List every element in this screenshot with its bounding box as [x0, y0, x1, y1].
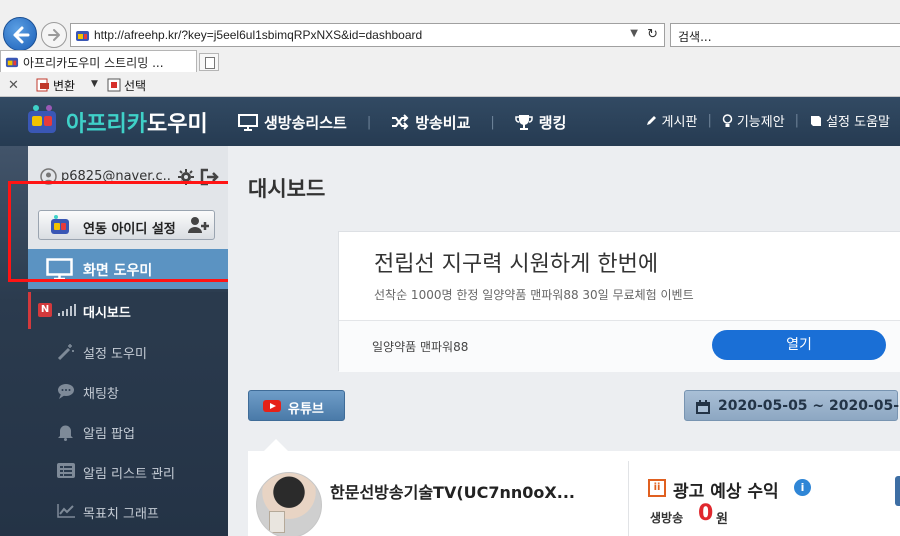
pdf-convert-icon	[36, 78, 49, 92]
top-nav: 생방송리스트 | 방송비교 | 랭킹	[238, 111, 566, 133]
forward-button[interactable]	[41, 22, 67, 48]
revenue-icon: ii	[648, 479, 666, 497]
youtube-icon	[263, 400, 281, 412]
select-button[interactable]: 선택	[107, 77, 146, 94]
highlight-annotation	[8, 181, 260, 282]
channel-name[interactable]: 한문선방송기술TV(UC7nn0oX...	[330, 479, 600, 503]
right-nav: 게시판 | 기능제안 | 설정 도움말	[645, 111, 890, 130]
calendar-icon	[696, 400, 710, 414]
promo-open-button[interactable]: 열기	[712, 330, 886, 360]
monitor-icon	[238, 113, 258, 131]
info-icon[interactable]: i	[794, 479, 811, 496]
tab-pointer	[264, 439, 288, 451]
pencil-icon	[646, 116, 656, 125]
url-text[interactable]: http://afreehp.kr/?key=j5eel6ul1sbimqRPx…	[94, 28, 422, 42]
tab-title: 아프리카도우미 스트리밍 ...	[23, 56, 164, 70]
sidebar-item-setup-helper[interactable]: 설정 도우미	[28, 331, 228, 371]
command-bar: ✕ 변환 ▼ 선택	[0, 73, 900, 97]
revenue-label: 생방송	[650, 511, 684, 525]
page-title: 대시보드	[248, 177, 326, 201]
arrow-left-icon	[13, 26, 30, 44]
nav-help[interactable]: 설정 도움말	[809, 111, 890, 130]
revenue-title: 광고 예상 수익	[673, 482, 779, 502]
brand-logo-icon[interactable]	[25, 103, 61, 137]
tab-favicon-icon	[5, 57, 19, 68]
promo-sponsor: 일양약품 맨파워88	[372, 340, 469, 354]
select-icon	[107, 78, 121, 92]
app-header: 아프리카도우미 생방송리스트 | 방송비교 | 랭킹 게시판 | 기능제안 | …	[0, 97, 900, 146]
nav-ranking[interactable]: 랭킹	[515, 112, 566, 133]
bell-icon	[58, 425, 73, 441]
nav-separator: |	[707, 113, 712, 128]
sidebar-item-alert-list[interactable]: 알림 리스트 관리	[28, 451, 228, 491]
sidebar-item-chat[interactable]: 채팅창	[28, 371, 228, 411]
nav-separator: |	[794, 113, 800, 128]
refresh-icon[interactable]: ↻	[647, 27, 658, 42]
nav-compare[interactable]: 방송비교	[391, 112, 470, 133]
promo-headline: 전립선 지구력 시원하게 한번에	[374, 252, 659, 277]
lightbulb-icon	[722, 113, 733, 127]
book-icon	[811, 116, 822, 126]
sidebar-item-alert-popup[interactable]: 알림 팝업	[28, 411, 228, 451]
list-icon	[57, 463, 75, 478]
line-chart-icon	[57, 504, 75, 518]
search-placeholder: 검색...	[678, 30, 712, 44]
back-button[interactable]	[3, 17, 37, 51]
trophy-icon	[515, 114, 533, 130]
nav-board[interactable]: 게시판	[645, 111, 697, 130]
browser-tab[interactable]: 아프리카도우미 스트리밍 ...	[0, 50, 197, 72]
nav-suggestion[interactable]: 기능제안	[722, 111, 785, 130]
promo-banner: 전립선 지구력 시원하게 한번에 선착순 1000명 한정 일양약품 맨파워88…	[338, 231, 900, 372]
address-dropdown-icon[interactable]: ▼	[630, 28, 638, 39]
close-toolbar-icon[interactable]: ✕	[8, 78, 19, 93]
new-tab-button[interactable]	[199, 53, 219, 71]
main-content: 대시보드 전립선 지구력 시원하게 한번에 선착순 1000명 한정 일양약품 …	[228, 146, 900, 536]
date-range-button[interactable]: 2020-05-05 ~ 2020-05-10	[684, 390, 900, 421]
nav-separator: |	[490, 114, 495, 130]
shuffle-icon	[392, 114, 409, 130]
signal-bars-icon	[58, 304, 76, 316]
nav-separator: |	[366, 114, 372, 130]
channel-avatar	[256, 472, 322, 536]
sidebar-item-dashboard[interactable]: N 대시보드	[28, 292, 228, 329]
browser-search-input[interactable]: 검색...	[670, 23, 900, 47]
sidebar-item-goal-graph[interactable]: 목표치 그래프	[28, 491, 228, 531]
promo-subtext: 선착순 1000명 한정 일양약품 맨파워88 30일 무료체험 이벤트	[374, 288, 694, 302]
convert-button[interactable]: 변환	[36, 77, 75, 94]
browser-chrome: http://afreehp.kr/?key=j5eel6ul1sbimqRPx…	[0, 0, 900, 97]
new-badge: N	[38, 303, 52, 317]
convert-dropdown-icon[interactable]: ▼	[91, 79, 98, 89]
nav-live-list[interactable]: 생방송리스트	[238, 112, 347, 133]
channel-card: 한문선방송기술TV(UC7nn0oX... ii 광고 예상 수익 i 생방송 …	[248, 451, 900, 536]
magic-wand-icon	[57, 344, 74, 361]
card-divider	[628, 461, 629, 536]
brand-name[interactable]: 아프리카도우미	[66, 106, 208, 138]
revenue-unit: 원	[716, 512, 728, 527]
revenue-value: 0	[698, 501, 714, 526]
arrow-right-icon	[48, 29, 60, 41]
site-favicon-icon	[76, 31, 89, 41]
promo-footer: 일양약품 맨파워88 열기	[339, 320, 900, 372]
youtube-button[interactable]: 유튜브	[248, 390, 345, 421]
side-tab-handle[interactable]	[895, 476, 900, 506]
address-bar[interactable]: http://afreehp.kr/?key=j5eel6ul1sbimqRPx…	[70, 23, 665, 47]
chat-bubble-icon	[58, 384, 74, 399]
